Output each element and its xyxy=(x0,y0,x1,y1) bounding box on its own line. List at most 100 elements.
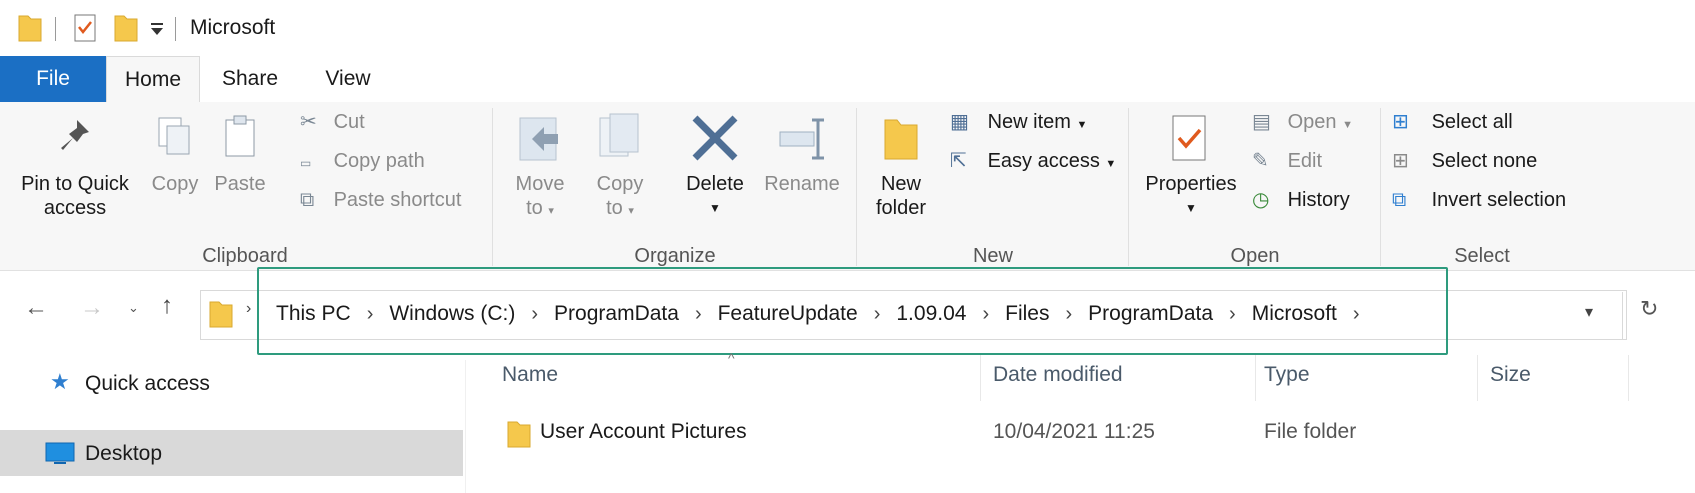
new-item-icon: ▦ xyxy=(950,111,969,133)
rename-icon xyxy=(779,118,824,160)
tab-view[interactable]: View xyxy=(310,56,386,102)
up-arrow-icon[interactable]: ↑ xyxy=(161,292,173,320)
navigation-pane: ★ Quick access Desktop xyxy=(0,360,466,493)
paste-label: Paste xyxy=(214,173,266,195)
history-button[interactable]: ◷ History xyxy=(1252,187,1350,213)
copy-to-icon xyxy=(599,113,639,157)
scissors-icon: ✂ xyxy=(300,111,317,133)
nav-quick-access-label: Quick access xyxy=(85,372,210,395)
column-divider[interactable] xyxy=(1628,355,1629,401)
select-all-button[interactable]: ⊞ Select all xyxy=(1392,109,1513,135)
copy-label: Copy xyxy=(151,173,199,195)
new-folder-button[interactable]: New folder xyxy=(866,110,936,220)
column-header-name[interactable]: Name xyxy=(502,363,558,387)
chevron-right-icon: › xyxy=(246,300,252,317)
row-name[interactable]: User Account Pictures xyxy=(540,420,747,444)
nav-item-quick-access[interactable]: ★ Quick access xyxy=(0,360,463,406)
copy-path-icon: ▭ xyxy=(300,156,312,170)
pin-label-line2: access xyxy=(43,197,107,219)
ribbon-tabs: File Home Share View xyxy=(0,56,1695,104)
select-group-label: Select xyxy=(1454,245,1510,267)
window-title: Microsoft xyxy=(190,16,276,39)
pin-label-line1: Pin to Quick xyxy=(21,173,129,195)
select-all-label: Select all xyxy=(1431,111,1513,133)
delete-label: Delete xyxy=(686,173,744,195)
invert-selection-label: Invert selection xyxy=(1431,189,1567,211)
copy-button[interactable]: Copy xyxy=(145,110,205,196)
invert-selection-icon: ⧉ xyxy=(1392,189,1407,211)
organize-group-label: Organize xyxy=(634,245,716,267)
refresh-icon[interactable]: ↻ xyxy=(1640,296,1658,322)
copy-to-button[interactable]: Copy to ▾ xyxy=(585,110,655,223)
column-header-date[interactable]: Date modified xyxy=(993,363,1123,387)
customize-toolbar-icon[interactable] xyxy=(149,20,165,38)
divider xyxy=(1622,292,1623,340)
invert-selection-button[interactable]: ⧉ Invert selection xyxy=(1392,187,1566,213)
copy-path-button[interactable]: ▭ Copy path xyxy=(300,148,425,176)
open-button[interactable]: ▤ Open ▼ xyxy=(1252,109,1353,138)
nav-item-desktop[interactable]: Desktop xyxy=(0,430,463,476)
folder-icon[interactable] xyxy=(17,12,43,44)
select-all-icon: ⊞ xyxy=(1392,111,1409,133)
tab-share[interactable]: Share xyxy=(210,56,290,102)
tab-file[interactable]: File xyxy=(0,56,106,102)
copy-icon xyxy=(158,117,190,155)
recent-locations-chevron-icon[interactable]: ⌄ xyxy=(128,300,139,316)
properties-button[interactable]: Properties ▼ xyxy=(1136,110,1246,220)
star-icon: ★ xyxy=(50,369,70,394)
rename-button[interactable]: Rename xyxy=(760,110,844,196)
paste-shortcut-label: Paste shortcut xyxy=(333,189,462,211)
folder-icon xyxy=(507,421,531,448)
new-item-button[interactable]: ▦ New item ▼ xyxy=(950,109,1087,138)
divider xyxy=(55,17,56,41)
new-group-label: New xyxy=(972,245,1013,267)
forward-arrow-icon[interactable]: → xyxy=(80,294,104,322)
move-to-line2: to xyxy=(526,197,543,219)
group-divider xyxy=(492,108,493,266)
desktop-icon xyxy=(45,442,75,464)
nav-desktop-label: Desktop xyxy=(85,442,163,465)
new-folder-line2: folder xyxy=(875,197,927,219)
column-header-type[interactable]: Type xyxy=(1264,363,1310,387)
new-folder-icon[interactable] xyxy=(113,12,139,44)
new-folder-line1: New xyxy=(880,173,921,195)
properties-icon xyxy=(1172,115,1206,161)
properties-label: Properties xyxy=(1145,173,1237,195)
ribbon: Pin to Quick access Copy Paste ✂ Cut ▭ C… xyxy=(0,102,1695,271)
divider xyxy=(175,17,176,41)
select-none-icon: ⊞ xyxy=(1392,150,1409,172)
tab-home[interactable]: Home xyxy=(106,56,200,104)
chevron-down-icon: ▼ xyxy=(709,201,721,215)
cut-button[interactable]: ✂ Cut xyxy=(300,109,365,135)
column-divider[interactable] xyxy=(1255,355,1256,401)
select-none-button[interactable]: ⊞ Select none xyxy=(1392,148,1537,174)
properties-icon[interactable] xyxy=(73,13,99,43)
edit-button[interactable]: ✎ Edit xyxy=(1252,148,1322,174)
group-divider xyxy=(1128,108,1129,266)
folder-icon xyxy=(209,301,233,328)
column-header-size[interactable]: Size xyxy=(1490,363,1531,387)
edit-icon: ✎ xyxy=(1252,150,1269,172)
copy-path-label: Copy path xyxy=(333,150,425,172)
column-divider[interactable] xyxy=(980,355,981,401)
pin-to-quick-access-button[interactable]: Pin to Quick access xyxy=(10,110,140,220)
delete-button[interactable]: Delete ▼ xyxy=(675,110,755,220)
row-date-modified: 10/04/2021 11:25 xyxy=(993,420,1155,443)
clipboard-group-label: Clipboard xyxy=(202,245,288,267)
cut-label: Cut xyxy=(333,111,365,133)
chevron-down-icon: ▼ xyxy=(1185,201,1197,215)
column-divider[interactable] xyxy=(1477,355,1478,401)
group-divider xyxy=(856,108,857,266)
folder-icon xyxy=(884,119,918,160)
sort-ascending-icon: ^ xyxy=(728,350,735,366)
history-icon: ◷ xyxy=(1252,189,1270,211)
paste-button[interactable]: Paste xyxy=(210,110,270,196)
address-highlight-box xyxy=(257,267,1448,355)
paste-shortcut-button[interactable]: ⧉ Paste shortcut xyxy=(300,187,461,213)
rename-label: Rename xyxy=(764,173,840,195)
edit-label: Edit xyxy=(1287,150,1323,172)
move-to-button[interactable]: Move to ▾ xyxy=(505,110,575,223)
easy-access-button[interactable]: ⇱ Easy access ▼ xyxy=(950,148,1116,177)
address-history-chevron-icon[interactable]: ▾ xyxy=(1585,302,1593,322)
back-arrow-icon[interactable]: ← xyxy=(24,294,48,322)
